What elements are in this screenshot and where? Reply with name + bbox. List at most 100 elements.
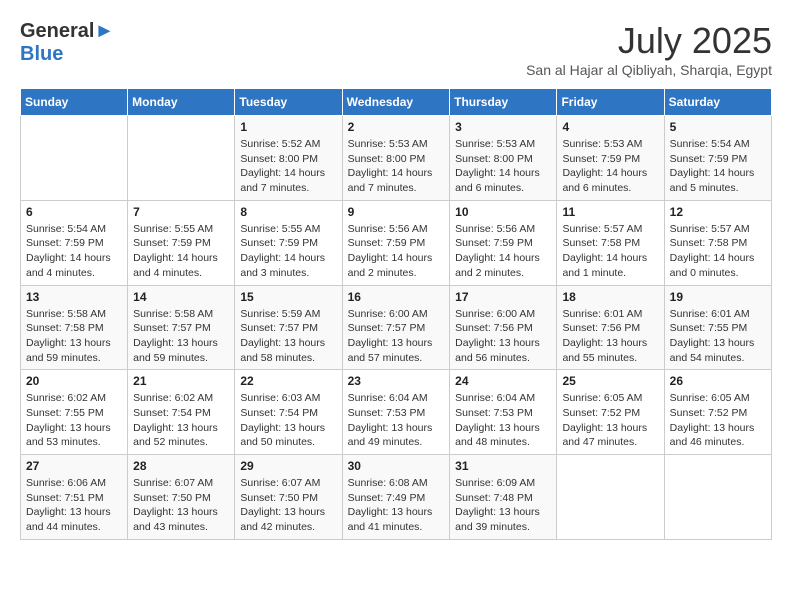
calendar-cell: 19 Sunrise: 6:01 AMSunset: 7:55 PMDayligh… [664,285,771,370]
calendar-cell: 16 Sunrise: 6:00 AMSunset: 7:57 PMDayligh… [342,285,450,370]
calendar-cell: 14Sunrise: 5:58 AMSunset: 7:57 PMDayligh… [128,285,235,370]
day-number: 17 [455,290,551,304]
calendar-table: SundayMondayTuesdayWednesdayThursdayFrid… [20,88,772,540]
calendar-cell: 4 Sunrise: 5:53 AMSunset: 7:59 PMDaylight… [557,116,664,201]
col-header-sunday: Sunday [21,89,128,116]
cell-info: Sunrise: 5:56 AMSunset: 7:59 PMDaylight:… [348,222,445,281]
day-number: 26 [670,374,766,388]
calendar-cell: 12 Sunrise: 5:57 AMSunset: 7:58 PMDayligh… [664,200,771,285]
calendar-cell: 6 Sunrise: 5:54 AMSunset: 7:59 PMDaylight… [21,200,128,285]
cell-info: Sunrise: 5:56 AMSunset: 7:59 PMDaylight:… [455,222,551,281]
calendar-cell [664,455,771,540]
calendar-cell: 23Sunrise: 6:04 AMSunset: 7:53 PMDayligh… [342,370,450,455]
calendar-cell: 22 Sunrise: 6:03 AMSunset: 7:54 PMDayligh… [235,370,342,455]
calendar-cell [557,455,664,540]
day-number: 18 [562,290,658,304]
calendar-cell: 10 Sunrise: 5:56 AMSunset: 7:59 PMDayligh… [450,200,557,285]
cell-info: Sunrise: 5:57 AMSunset: 7:58 PMDaylight:… [562,222,658,281]
calendar-cell: 27Sunrise: 6:06 AMSunset: 7:51 PMDayligh… [21,455,128,540]
cell-info: Sunrise: 6:06 AMSunset: 7:51 PMDaylight:… [26,476,122,535]
cell-info: Sunrise: 6:01 AMSunset: 7:56 PMDaylight:… [562,307,658,366]
title-section: July 2025 San al Hajar al Qibliyah, Shar… [526,20,772,78]
calendar-cell: 7 Sunrise: 5:55 AMSunset: 7:59 PMDaylight… [128,200,235,285]
cell-info: Sunrise: 5:54 AMSunset: 7:59 PMDaylight:… [26,222,122,281]
calendar-cell: 9 Sunrise: 5:56 AMSunset: 7:59 PMDaylight… [342,200,450,285]
cell-info: Sunrise: 5:58 AMSunset: 7:57 PMDaylight:… [133,307,229,366]
location-subtitle: San al Hajar al Qibliyah, Sharqia, Egypt [526,62,772,78]
calendar-cell: 31Sunrise: 6:09 AMSunset: 7:48 PMDayligh… [450,455,557,540]
day-number: 4 [562,120,658,134]
day-number: 15 [240,290,336,304]
calendar-cell: 29Sunrise: 6:07 AMSunset: 7:50 PMDayligh… [235,455,342,540]
col-header-monday: Monday [128,89,235,116]
col-header-thursday: Thursday [450,89,557,116]
calendar-cell: 15 Sunrise: 5:59 AMSunset: 7:57 PMDayligh… [235,285,342,370]
day-number: 16 [348,290,445,304]
cell-info: Sunrise: 6:00 AMSunset: 7:57 PMDaylight:… [348,307,445,366]
calendar-week-row: 6 Sunrise: 5:54 AMSunset: 7:59 PMDaylight… [21,200,772,285]
calendar-cell: 21Sunrise: 6:02 AMSunset: 7:54 PMDayligh… [128,370,235,455]
day-number: 10 [455,205,551,219]
cell-info: Sunrise: 6:04 AMSunset: 7:53 PMDaylight:… [455,391,551,450]
cell-info: Sunrise: 6:04 AMSunset: 7:53 PMDaylight:… [348,391,445,450]
cell-info: Sunrise: 5:55 AMSunset: 7:59 PMDaylight:… [240,222,336,281]
day-number: 11 [562,205,658,219]
cell-info: Sunrise: 5:53 AMSunset: 7:59 PMDaylight:… [562,137,658,196]
day-number: 12 [670,205,766,219]
logo-line2: Blue [20,43,114,66]
day-number: 6 [26,205,122,219]
calendar-cell: 8 Sunrise: 5:55 AMSunset: 7:59 PMDaylight… [235,200,342,285]
day-number: 7 [133,205,229,219]
calendar-body: 1 Sunrise: 5:52 AMSunset: 8:00 PMDaylight… [21,116,772,540]
calendar-cell: 25 Sunrise: 6:05 AMSunset: 7:52 PMDayligh… [557,370,664,455]
day-number: 3 [455,120,551,134]
col-header-saturday: Saturday [664,89,771,116]
cell-info: Sunrise: 5:53 AMSunset: 8:00 PMDaylight:… [455,137,551,196]
calendar-cell: 17 Sunrise: 6:00 AMSunset: 7:56 PMDayligh… [450,285,557,370]
day-number: 9 [348,205,445,219]
col-header-wednesday: Wednesday [342,89,450,116]
cell-info: Sunrise: 6:05 AMSunset: 7:52 PMDaylight:… [562,391,658,450]
cell-info: Sunrise: 6:08 AMSunset: 7:49 PMDaylight:… [348,476,445,535]
day-number: 8 [240,205,336,219]
calendar-cell: 11 Sunrise: 5:57 AMSunset: 7:58 PMDayligh… [557,200,664,285]
calendar-cell: 1 Sunrise: 5:52 AMSunset: 8:00 PMDaylight… [235,116,342,201]
cell-info: Sunrise: 6:02 AMSunset: 7:55 PMDaylight:… [26,391,122,450]
day-number: 31 [455,459,551,473]
cell-info: Sunrise: 6:00 AMSunset: 7:56 PMDaylight:… [455,307,551,366]
logo-line1: General [20,20,94,42]
calendar-cell: 30Sunrise: 6:08 AMSunset: 7:49 PMDayligh… [342,455,450,540]
day-number: 2 [348,120,445,134]
cell-info: Sunrise: 5:55 AMSunset: 7:59 PMDaylight:… [133,222,229,281]
cell-info: Sunrise: 5:57 AMSunset: 7:58 PMDaylight:… [670,222,766,281]
day-number: 25 [562,374,658,388]
calendar-week-row: 20Sunrise: 6:02 AMSunset: 7:55 PMDayligh… [21,370,772,455]
cell-info: Sunrise: 5:59 AMSunset: 7:57 PMDaylight:… [240,307,336,366]
calendar-cell [128,116,235,201]
cell-info: Sunrise: 6:01 AMSunset: 7:55 PMDaylight:… [670,307,766,366]
day-number: 24 [455,374,551,388]
calendar-header-row: SundayMondayTuesdayWednesdayThursdayFrid… [21,89,772,116]
calendar-cell: 13Sunrise: 5:58 AMSunset: 7:58 PMDayligh… [21,285,128,370]
day-number: 22 [240,374,336,388]
col-header-tuesday: Tuesday [235,89,342,116]
calendar-cell: 24 Sunrise: 6:04 AMSunset: 7:53 PMDayligh… [450,370,557,455]
cell-info: Sunrise: 6:02 AMSunset: 7:54 PMDaylight:… [133,391,229,450]
day-number: 5 [670,120,766,134]
calendar-week-row: 13Sunrise: 5:58 AMSunset: 7:58 PMDayligh… [21,285,772,370]
cell-info: Sunrise: 5:54 AMSunset: 7:59 PMDaylight:… [670,137,766,196]
cell-info: Sunrise: 5:58 AMSunset: 7:58 PMDaylight:… [26,307,122,366]
calendar-cell: 5 Sunrise: 5:54 AMSunset: 7:59 PMDaylight… [664,116,771,201]
day-number: 1 [240,120,336,134]
calendar-week-row: 1 Sunrise: 5:52 AMSunset: 8:00 PMDaylight… [21,116,772,201]
cell-info: Sunrise: 6:07 AMSunset: 7:50 PMDaylight:… [133,476,229,535]
calendar-cell: 3 Sunrise: 5:53 AMSunset: 8:00 PMDaylight… [450,116,557,201]
calendar-cell [21,116,128,201]
calendar-cell: 2Sunrise: 5:53 AMSunset: 8:00 PMDaylight… [342,116,450,201]
calendar-cell: 26Sunrise: 6:05 AMSunset: 7:52 PMDayligh… [664,370,771,455]
day-number: 19 [670,290,766,304]
day-number: 29 [240,459,336,473]
cell-info: Sunrise: 5:52 AMSunset: 8:00 PMDaylight:… [240,137,336,196]
calendar-week-row: 27Sunrise: 6:06 AMSunset: 7:51 PMDayligh… [21,455,772,540]
cell-info: Sunrise: 6:03 AMSunset: 7:54 PMDaylight:… [240,391,336,450]
